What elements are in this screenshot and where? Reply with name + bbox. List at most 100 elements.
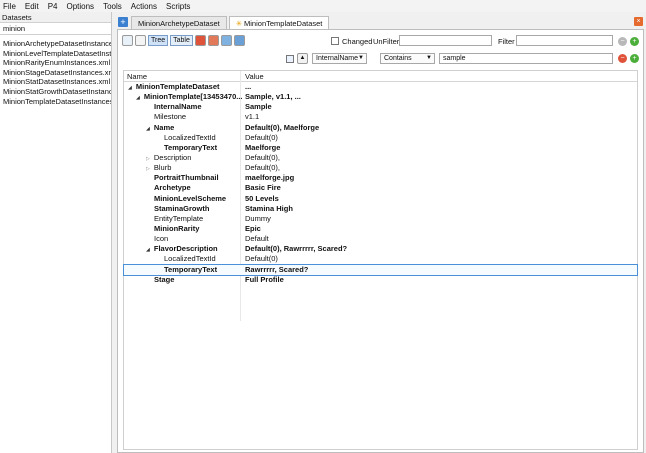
menu-scripts[interactable]: Scripts xyxy=(166,2,190,11)
dataset-item[interactable]: MinionLevelTemplateDatasetInsta... xyxy=(0,49,111,59)
close-icon[interactable]: × xyxy=(634,17,643,26)
condition-checkbox[interactable] xyxy=(286,55,294,63)
operator-select[interactable]: Contains ▼ xyxy=(380,53,435,64)
property-value[interactable]: Sample, v1.1, ... xyxy=(245,92,301,102)
property-row[interactable]: MinionRarity Epic xyxy=(124,224,637,234)
remove-icon[interactable] xyxy=(194,35,206,46)
collapse-icon[interactable]: ◢ xyxy=(146,247,150,253)
property-value[interactable]: Default(0) xyxy=(245,133,278,143)
property-value[interactable]: Stamina High xyxy=(245,204,293,214)
property-row[interactable]: ◢ FlavorDescription Default(0), Rawrrrrr, … xyxy=(124,244,637,254)
remove-condition-icon[interactable]: − xyxy=(618,54,627,63)
tab-minion-template-dataset[interactable]: ✳ MinionTemplateDataset xyxy=(228,16,330,29)
property-row[interactable]: ◢ Name Default(0), Maelforge xyxy=(124,123,637,133)
back-arrow-icon[interactable] xyxy=(122,35,133,46)
property-row[interactable]: TemporaryText Maelforge xyxy=(124,143,637,153)
dataset-item[interactable]: MinionRarityEnumInstances.xml xyxy=(0,58,111,68)
expand-icon[interactable]: ▷ xyxy=(146,156,150,162)
property-value[interactable]: Default(0), Maelforge xyxy=(245,123,319,133)
menu-edit[interactable]: Edit xyxy=(25,2,39,11)
property-value[interactable]: v1.1 xyxy=(245,112,259,122)
property-row[interactable]: LocalizedTextId Default(0) xyxy=(124,254,637,264)
dataset-item[interactable]: MinionTemplateDatasetInstances... xyxy=(0,97,111,107)
forward-arrow-icon[interactable] xyxy=(135,35,146,46)
menu-p4[interactable]: P4 xyxy=(48,2,58,11)
property-row[interactable]: TemporaryText Rawrrrrr, Scared? xyxy=(123,263,638,276)
up-arrow-icon[interactable]: ▲ xyxy=(297,53,308,64)
property-value[interactable]: Maelforge xyxy=(245,143,280,153)
menu-file[interactable]: File xyxy=(3,2,16,11)
filter-input[interactable] xyxy=(516,35,613,46)
property-row[interactable]: PortraitThumbnail maelforge.jpg xyxy=(124,173,637,183)
property-row[interactable]: ◢ MinionTemplate[13453470... Sample, v1.1,… xyxy=(124,92,637,102)
property-name: MinionRarity xyxy=(154,224,199,234)
property-row[interactable]: StaminaGrowth Stamina High xyxy=(124,204,637,214)
property-value[interactable]: Dummy xyxy=(245,214,271,224)
revert-icon[interactable] xyxy=(207,35,219,46)
datasets-list: MinionArchetypeDatasetInstances... Minio… xyxy=(0,35,111,106)
property-row[interactable]: Stage Full Profile xyxy=(124,275,637,285)
property-name-text: Name xyxy=(153,122,175,132)
property-name: PortraitThumbnail xyxy=(154,173,219,183)
property-row[interactable]: ▷ Blurb Default(0), xyxy=(124,163,637,173)
property-value[interactable]: 50 Levels xyxy=(245,194,279,204)
new-tab-icon[interactable]: + xyxy=(118,17,128,27)
copy-icon[interactable] xyxy=(220,35,232,46)
property-value[interactable]: Default(0), xyxy=(245,163,280,173)
menu-actions[interactable]: Actions xyxy=(131,2,157,11)
expand-icon[interactable]: ▷ xyxy=(146,166,150,172)
changed-label: Changed xyxy=(342,36,373,46)
property-value[interactable]: Default xyxy=(245,234,269,244)
property-value[interactable]: Full Profile xyxy=(245,275,284,285)
property-row[interactable]: ▷ Description Default(0), xyxy=(124,153,637,163)
field-select[interactable]: InternalName ▼ xyxy=(312,53,367,64)
property-name: Stage xyxy=(154,275,174,285)
property-row[interactable]: ◢ MinionTemplateDataset... xyxy=(124,82,637,92)
dataset-item[interactable]: MinionStatDatasetInstances.xml xyxy=(0,77,111,87)
property-row[interactable]: LocalizedTextId Default(0) xyxy=(124,133,637,143)
property-value[interactable]: maelforge.jpg xyxy=(245,173,294,183)
property-row[interactable]: InternalName Sample xyxy=(124,102,637,112)
dataset-item[interactable]: MinionStatGrowthDatasetInstance... xyxy=(0,87,111,97)
collapse-icon[interactable]: ◢ xyxy=(136,95,140,101)
tab-minion-archetype-dataset[interactable]: MinionArchetypeDataset xyxy=(131,16,227,29)
table-view-button[interactable]: Table xyxy=(170,35,193,46)
datasets-header: Datasets xyxy=(0,12,111,23)
chevron-down-icon: ▼ xyxy=(358,55,364,61)
menu-options[interactable]: Options xyxy=(66,2,94,11)
dataset-item[interactable]: MinionArchetypeDatasetInstances... xyxy=(0,39,111,49)
property-value[interactable]: Default(0) xyxy=(245,254,278,264)
property-row[interactable]: Icon Default xyxy=(124,234,637,244)
name-column-header[interactable]: Name xyxy=(127,71,147,82)
property-name-text: Milestone xyxy=(154,112,187,122)
property-row[interactable]: Archetype Basic Fire xyxy=(124,183,637,193)
property-name: TemporaryText xyxy=(164,265,217,275)
unfilter-input[interactable] xyxy=(399,35,492,46)
property-value[interactable]: Default(0), xyxy=(245,153,280,163)
tree-view-button[interactable]: Tree xyxy=(148,35,169,46)
add-condition-icon[interactable]: + xyxy=(630,54,639,63)
changed-checkbox[interactable] xyxy=(331,37,339,45)
property-row[interactable]: Milestone v1.1 xyxy=(124,112,637,122)
tab-bar: + MinionArchetypeDataset ✳ MinionTemplate… xyxy=(115,15,646,29)
property-value[interactable]: Epic xyxy=(245,224,261,234)
save-icon[interactable] xyxy=(233,35,245,46)
add-filter-icon[interactable]: + xyxy=(630,37,639,46)
menu-tools[interactable]: Tools xyxy=(103,2,122,11)
property-value[interactable]: Rawrrrrr, Scared? xyxy=(245,265,308,275)
property-row[interactable]: MinionLevelScheme 50 Levels xyxy=(124,194,637,204)
property-value[interactable]: ... xyxy=(245,82,251,92)
property-value[interactable]: Basic Fire xyxy=(245,183,281,193)
clear-filter-icon[interactable]: − xyxy=(618,37,627,46)
collapse-icon[interactable]: ◢ xyxy=(146,126,150,132)
tab-label: MinionTemplateDataset xyxy=(244,19,323,28)
field-select-value: InternalName xyxy=(316,55,359,62)
datasets-filter-input[interactable]: minion xyxy=(0,23,111,35)
property-value[interactable]: Sample xyxy=(245,102,272,112)
value-column-header[interactable]: Value xyxy=(245,71,264,82)
property-value[interactable]: Default(0), Rawrrrrr, Scared? xyxy=(245,244,347,254)
search-value-input[interactable]: sample xyxy=(439,53,613,64)
dataset-item[interactable]: MinionStageDatasetInstances.xml xyxy=(0,68,111,78)
property-row[interactable]: EntityTemplate Dummy xyxy=(124,214,637,224)
collapse-icon[interactable]: ◢ xyxy=(128,85,132,91)
